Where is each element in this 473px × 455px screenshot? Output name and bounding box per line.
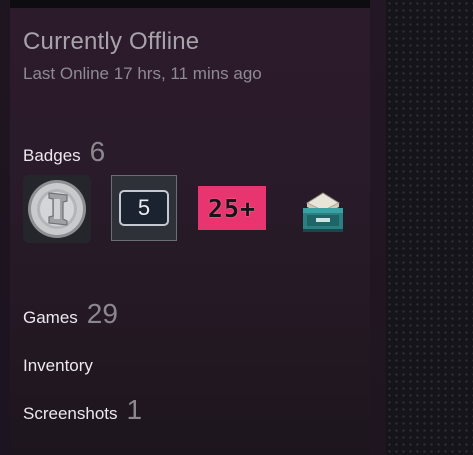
years-badge-text: 25+ <box>207 193 257 223</box>
inventory-link[interactable]: Inventory <box>23 356 93 376</box>
screenshots-label[interactable]: Screenshots <box>23 404 118 424</box>
background-pattern <box>386 0 473 455</box>
level-badge-number: 5 <box>119 190 169 226</box>
games-link[interactable]: Games 29 <box>23 298 118 330</box>
level-badge-icon[interactable]: 5 <box>111 175 179 243</box>
mailbox-badge-icon[interactable] <box>289 175 357 243</box>
panel-gutter <box>370 0 386 455</box>
years-badge-icon[interactable]: 25+ <box>198 186 266 230</box>
screenshots-link[interactable]: Screenshots 1 <box>23 394 142 426</box>
page-left-edge <box>0 0 10 455</box>
games-label[interactable]: Games <box>23 308 78 328</box>
badges-link[interactable]: Badges 6 <box>23 136 105 168</box>
screenshots-count: 1 <box>126 394 143 425</box>
last-online-text: Last Online 17 hrs, 11 mins ago <box>23 64 262 83</box>
badges-label[interactable]: Badges <box>23 146 81 166</box>
badges-count: 6 <box>89 136 106 167</box>
level-badge-frame: 5 <box>111 175 177 241</box>
coin-badge-icon[interactable] <box>23 175 91 243</box>
games-count: 29 <box>86 298 118 329</box>
online-status: Currently Offline <box>23 28 200 55</box>
